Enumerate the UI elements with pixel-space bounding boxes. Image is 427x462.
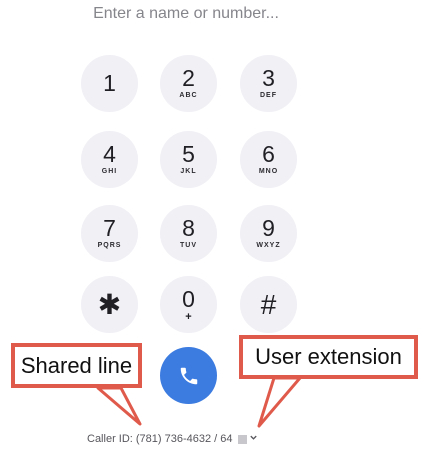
annotation-pointers (96, 376, 302, 428)
caller-id-text: Caller ID: (781) 736-4632 / 64 (87, 433, 233, 445)
extension-chip (237, 434, 247, 444)
caller-id-selector[interactable]: Caller ID: (781) 736-4632 / 64 (87, 431, 258, 447)
shared-line-label: Shared line (20, 352, 133, 378)
shared-line-callout: Shared line (11, 343, 142, 388)
user-extension-pointer (257, 376, 302, 428)
chevron-down-icon[interactable] (249, 433, 258, 445)
user-extension-label: User extension (255, 344, 402, 369)
user-extension-callout: User extension (239, 335, 418, 379)
shared-line-pointer (96, 386, 142, 426)
